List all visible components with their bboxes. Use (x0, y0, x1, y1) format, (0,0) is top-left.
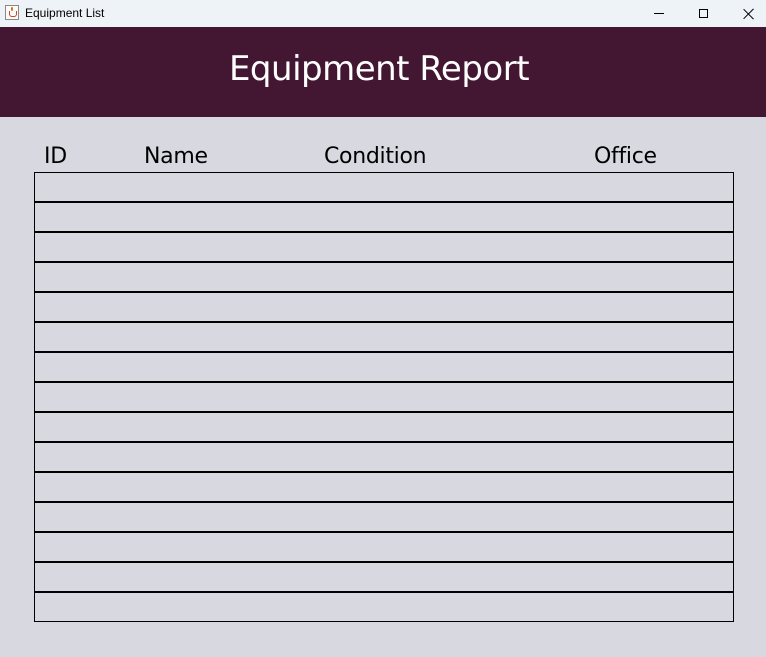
cell-office[interactable] (585, 203, 733, 231)
cell-condition[interactable] (315, 203, 585, 231)
close-button[interactable] (726, 0, 766, 27)
cell-name[interactable] (135, 203, 315, 231)
table-row[interactable] (35, 233, 733, 263)
cell-name[interactable] (135, 473, 315, 501)
cell-id[interactable] (35, 203, 135, 231)
minimize-icon (654, 13, 664, 14)
cell-office[interactable] (585, 563, 733, 591)
table-row[interactable] (35, 593, 733, 621)
cell-office[interactable] (585, 173, 733, 201)
cell-office[interactable] (585, 353, 733, 381)
table-row[interactable] (35, 173, 733, 203)
column-header-office: Office (594, 144, 657, 169)
cell-office[interactable] (585, 293, 733, 321)
cell-office[interactable] (585, 323, 733, 351)
cell-id[interactable] (35, 173, 135, 201)
cell-condition[interactable] (315, 233, 585, 261)
cell-office[interactable] (585, 533, 733, 561)
cell-id[interactable] (35, 323, 135, 351)
page-title: Equipment Report (228, 49, 530, 89)
table-row[interactable] (35, 533, 733, 563)
cell-office[interactable] (585, 503, 733, 531)
report-header: Equipment Report (0, 27, 766, 117)
cell-name[interactable] (135, 503, 315, 531)
java-cup-icon (5, 5, 19, 20)
cell-office[interactable] (585, 263, 733, 291)
cell-name[interactable] (135, 563, 315, 591)
cell-name[interactable] (135, 443, 315, 471)
equipment-table[interactable] (34, 172, 734, 622)
cell-name[interactable] (135, 323, 315, 351)
cell-name[interactable] (135, 233, 315, 261)
column-header-condition: Condition (324, 144, 427, 169)
window-title: Equipment List (25, 6, 105, 20)
table-row[interactable] (35, 293, 733, 323)
cell-id[interactable] (35, 413, 135, 441)
table-row[interactable] (35, 323, 733, 353)
cell-id[interactable] (35, 353, 135, 381)
maximize-button[interactable] (680, 0, 726, 27)
cell-id[interactable] (35, 593, 135, 621)
cell-id[interactable] (35, 383, 135, 411)
cell-condition[interactable] (315, 533, 585, 561)
close-icon (743, 8, 755, 20)
cell-condition[interactable] (315, 413, 585, 441)
table-row[interactable] (35, 473, 733, 503)
table-row[interactable] (35, 383, 733, 413)
table-row[interactable] (35, 353, 733, 383)
table-row[interactable] (35, 503, 733, 533)
cell-name[interactable] (135, 533, 315, 561)
table-row[interactable] (35, 443, 733, 473)
cell-condition[interactable] (315, 563, 585, 591)
cell-condition[interactable] (315, 173, 585, 201)
cell-condition[interactable] (315, 593, 585, 621)
column-header-id: ID (44, 144, 67, 169)
cell-id[interactable] (35, 263, 135, 291)
cell-id[interactable] (35, 293, 135, 321)
cell-id[interactable] (35, 473, 135, 501)
cell-condition[interactable] (315, 353, 585, 381)
cell-name[interactable] (135, 593, 315, 621)
cell-id[interactable] (35, 563, 135, 591)
cell-office[interactable] (585, 233, 733, 261)
cell-name[interactable] (135, 293, 315, 321)
table-row[interactable] (35, 413, 733, 443)
cell-name[interactable] (135, 353, 315, 381)
cell-id[interactable] (35, 503, 135, 531)
table-row[interactable] (35, 563, 733, 593)
cell-office[interactable] (585, 443, 733, 471)
column-header-name: Name (144, 144, 208, 169)
maximize-icon (698, 9, 708, 18)
cell-condition[interactable] (315, 473, 585, 501)
cell-id[interactable] (35, 443, 135, 471)
cell-condition[interactable] (315, 503, 585, 531)
cell-name[interactable] (135, 263, 315, 291)
cell-name[interactable] (135, 173, 315, 201)
cell-office[interactable] (585, 413, 733, 441)
cell-condition[interactable] (315, 263, 585, 291)
window-titlebar[interactable]: Equipment List (0, 0, 766, 27)
cell-office[interactable] (585, 593, 733, 621)
cell-condition[interactable] (315, 323, 585, 351)
minimize-button[interactable] (636, 0, 682, 27)
table-row[interactable] (35, 203, 733, 233)
cell-id[interactable] (35, 233, 135, 261)
cell-condition[interactable] (315, 383, 585, 411)
cell-name[interactable] (135, 383, 315, 411)
cell-office[interactable] (585, 383, 733, 411)
cell-office[interactable] (585, 473, 733, 501)
cell-id[interactable] (35, 533, 135, 561)
cell-condition[interactable] (315, 443, 585, 471)
table-row[interactable] (35, 263, 733, 293)
cell-condition[interactable] (315, 293, 585, 321)
cell-name[interactable] (135, 413, 315, 441)
